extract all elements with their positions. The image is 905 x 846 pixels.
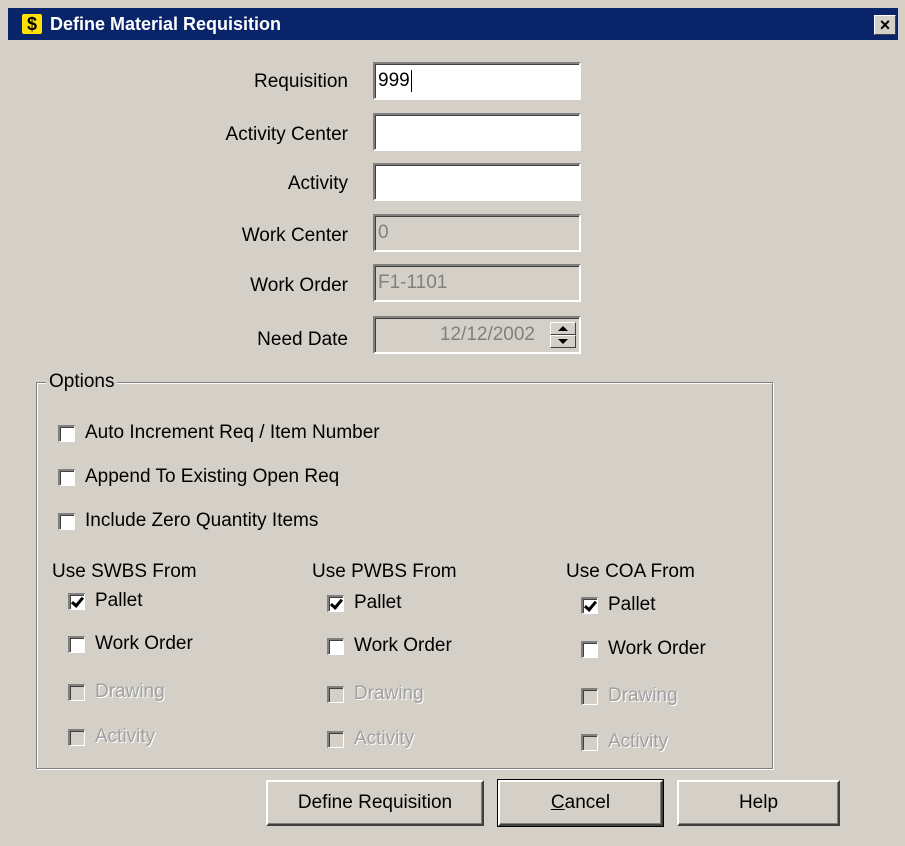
auto-increment-checkbox[interactable]: Auto Increment Req / Item Number [58,421,380,445]
checkbox-box[interactable] [581,640,598,658]
window-title: Define Material Requisition [50,14,282,34]
coa-pallet-checkbox[interactable]: Pallet [581,593,656,617]
text-caret [410,69,412,92]
pwbs-activity-checkbox: Activity [327,727,414,751]
dialog-window: $ Define Material Requisition × Requisit… [0,0,905,846]
checkbox-label: Pallet [608,594,656,615]
swbs-activity-checkbox: Activity [68,725,155,749]
checkbox-box[interactable] [68,592,85,610]
pwbs-pallet-checkbox[interactable]: Pallet [327,591,402,615]
coa-drawing-checkbox: Drawing [581,684,678,708]
checkbox-box [581,733,598,751]
coa-activity-checkbox: Activity [581,730,668,754]
requisition-label: Requisition [254,71,348,92]
checkbox-label: Drawing [95,681,165,702]
checkbox-label: Drawing [354,683,424,704]
checkbox-box[interactable] [327,637,344,655]
cancel-button[interactable]: Cancel [497,779,664,827]
checkbox-label: Activity [354,728,415,749]
swbs-work-order-checkbox[interactable]: Work Order [68,632,193,656]
append-existing-checkbox[interactable]: Append To Existing Open Req [58,465,339,489]
swbs-header: Use SWBS From [52,561,197,582]
checkbox-label: Auto Increment Req / Item Number [85,422,380,443]
close-button[interactable]: × [874,15,896,35]
activity-input[interactable] [373,163,581,201]
need-date-picker: 12/12/2002 [373,316,581,354]
activity-center-input[interactable] [373,113,581,151]
activity-label: Activity [287,173,348,194]
checkbox-label: Drawing [608,685,678,706]
work-order-label: Work Order [250,275,348,296]
checkbox-label: Work Order [354,635,452,656]
cancel-mnemonic: C [550,792,565,813]
requisition-value: 999 [378,70,410,91]
dollar-icon: $ [22,14,42,34]
pwbs-header: Use PWBS From [312,561,457,582]
checkbox-box [68,683,85,701]
spin-up-icon[interactable] [550,322,576,335]
checkbox-box [581,687,598,705]
checkbox-box[interactable] [68,635,85,653]
checkbox-label: Work Order [95,633,193,654]
activity-center-label: Activity Center [225,124,348,145]
coa-work-order-checkbox[interactable]: Work Order [581,637,706,661]
checkbox-box [327,730,344,748]
close-icon: × [879,15,891,35]
checkbox-label: Pallet [354,592,402,613]
checkbox-box[interactable] [58,512,75,530]
swbs-pallet-checkbox[interactable]: Pallet [68,589,143,613]
checkbox-label: Activity [608,731,669,752]
swbs-drawing-checkbox: Drawing [68,680,165,704]
checkbox-label: Include Zero Quantity Items [85,510,319,531]
cancel-label: ancel [564,792,611,813]
work-order-input: F1-1101 [373,264,581,302]
date-spinner[interactable] [550,322,576,348]
need-date-value: 12/12/2002 [439,324,535,345]
checkbox-box[interactable] [581,596,598,614]
spin-down-icon[interactable] [550,335,576,348]
requisition-input[interactable]: 999 [373,62,581,100]
need-date-label: Need Date [257,329,348,350]
checkbox-label: Work Order [608,638,706,659]
options-legend: Options [46,371,118,393]
coa-header: Use COA From [566,561,695,582]
checkbox-box [68,728,85,746]
title-bar[interactable]: $ Define Material Requisition × [8,8,898,40]
checkbox-label: Pallet [95,590,143,611]
pwbs-work-order-checkbox[interactable]: Work Order [327,634,452,658]
checkbox-label: Append To Existing Open Req [85,466,340,487]
checkbox-box [327,685,344,703]
work-center-input: 0 [373,214,581,252]
checkbox-box[interactable] [58,424,75,442]
checkbox-box[interactable] [58,468,75,486]
define-requisition-button[interactable]: Define Requisition [266,780,484,826]
include-zero-checkbox[interactable]: Include Zero Quantity Items [58,509,318,533]
checkbox-label: Activity [95,726,156,747]
checkbox-box[interactable] [327,594,344,612]
pwbs-drawing-checkbox: Drawing [327,682,424,706]
help-button[interactable]: Help [677,780,840,826]
work-center-label: Work Center [241,225,348,246]
